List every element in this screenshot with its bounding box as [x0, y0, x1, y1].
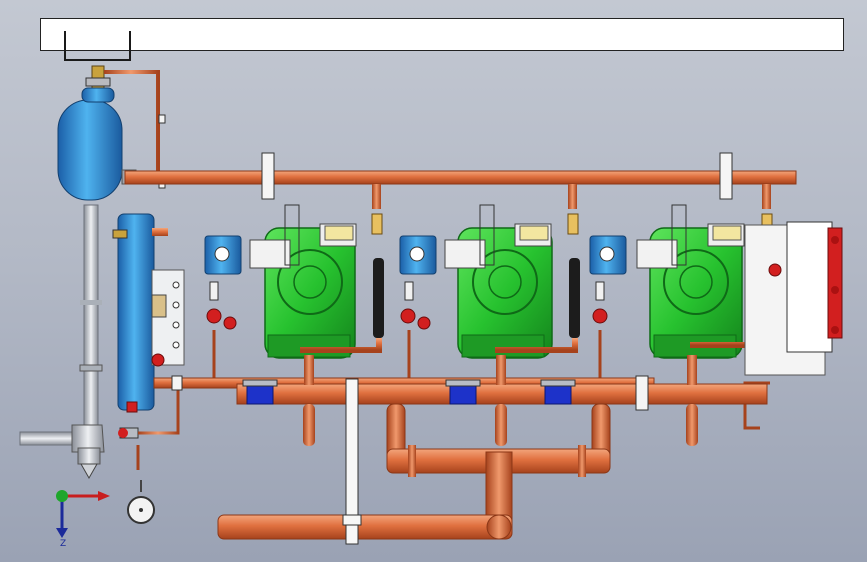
compressor-2[interactable]	[399, 204, 580, 382]
piping-assembly-model[interactable]: Z	[0, 0, 867, 562]
axis-triad: Z	[56, 490, 110, 549]
support-frame	[342, 378, 362, 545]
compressor-1[interactable]	[204, 204, 384, 382]
inlet-valve[interactable]	[19, 424, 105, 480]
oil-separator[interactable]	[112, 213, 185, 524]
axis-z-label: Z	[60, 539, 66, 549]
cad-viewport[interactable]: Z	[0, 0, 867, 562]
discharge-header[interactable]	[124, 152, 797, 209]
lower-manifold[interactable]	[217, 403, 611, 540]
